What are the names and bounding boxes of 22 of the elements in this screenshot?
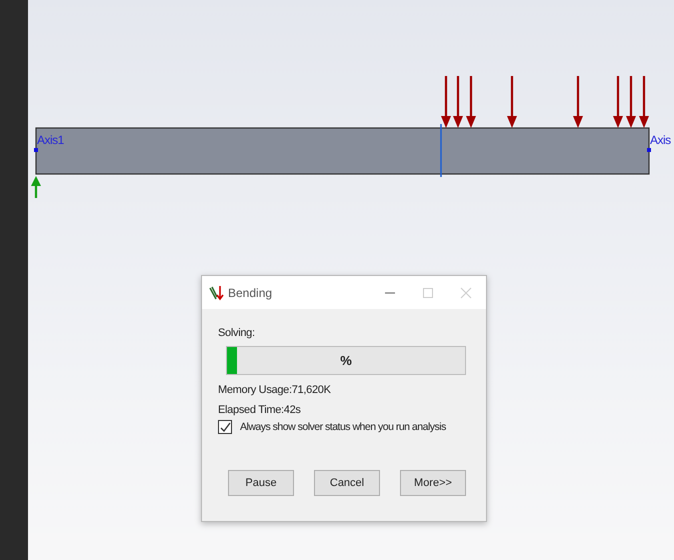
- dialog-button[interactable]: Pause: [228, 470, 294, 496]
- dialog-button[interactable]: More>>: [400, 470, 466, 496]
- elapsed-time: Elapsed Time:42s: [218, 404, 302, 416]
- progress-text: %: [339, 353, 353, 368]
- axis-label: Axis: [650, 133, 671, 147]
- load-arrow: [507, 76, 517, 128]
- axis-label: Axis1: [37, 133, 64, 147]
- load-arrow: [573, 76, 583, 128]
- checkbox[interactable]: [218, 420, 232, 434]
- load-arrow: [639, 76, 649, 128]
- app-icon: [208, 284, 224, 300]
- load-arrow: [466, 76, 476, 128]
- status-label: Solving:: [218, 327, 256, 339]
- window-title: Bending: [228, 286, 272, 300]
- memory-usage: Memory Usage:71,620K: [218, 384, 332, 396]
- support-arrow: [31, 176, 41, 198]
- load-arrow: [441, 76, 451, 128]
- load-arrow: [613, 76, 623, 128]
- checkbox-label: Always show solver status when you run analysis: [240, 421, 446, 433]
- load-arrow: [626, 76, 636, 128]
- load-arrow: [453, 76, 463, 128]
- dialog-button[interactable]: Cancel: [314, 470, 380, 496]
